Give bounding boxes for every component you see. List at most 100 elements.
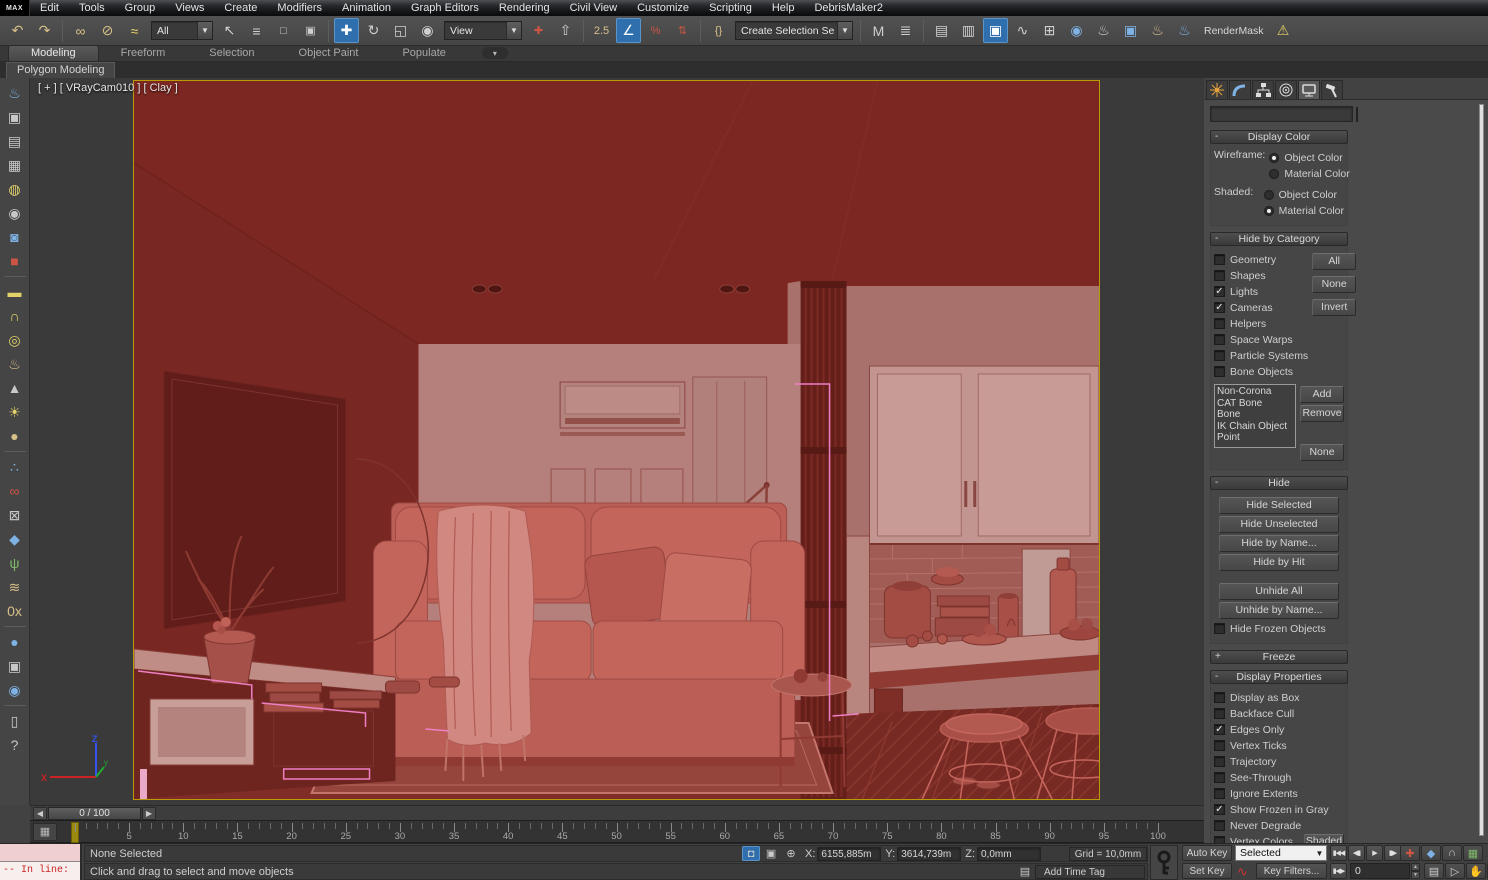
key-filters-button[interactable]: Key Filters... bbox=[1256, 863, 1327, 879]
select-object-icon[interactable]: ↖ bbox=[217, 18, 242, 43]
menu-debrismaker2[interactable]: DebrisMaker2 bbox=[804, 1, 892, 15]
select-and-scale-icon[interactable]: ◱ bbox=[388, 18, 413, 43]
category-listbox[interactable]: Non-CoronaCAT BoneBoneIK Chain ObjectPoi… bbox=[1214, 384, 1296, 448]
schematic-view-icon[interactable]: ⊞ bbox=[1037, 18, 1062, 43]
scene-dialog-icon[interactable]: ▦ bbox=[2, 153, 28, 177]
category-bone-objects-checkbox[interactable] bbox=[1214, 366, 1225, 377]
set-key-button[interactable]: Set Key bbox=[1182, 863, 1232, 879]
rollout-toggle-icon[interactable]: + bbox=[1215, 651, 1221, 662]
absolute-offset-icon[interactable]: ⊕ bbox=[782, 846, 800, 861]
track-bar[interactable]: ▦ 51015202530354045505560657075808590951… bbox=[30, 820, 1204, 843]
mirror-icon[interactable]: M bbox=[866, 18, 891, 43]
time-slider-handle[interactable]: 0 / 100 bbox=[48, 807, 141, 820]
prop-show-frozen-in-gray-checkbox[interactable]: ✓ bbox=[1214, 804, 1225, 815]
x-coordinate-field[interactable]: 6155,885m bbox=[817, 847, 881, 861]
isolate-selection-icon[interactable]: ◆ bbox=[1421, 845, 1441, 861]
proxy-icon[interactable]: 0x bbox=[2, 599, 28, 623]
zoom-extents-all-icon[interactable]: ▦ bbox=[1463, 845, 1483, 861]
prop-display-as-box-checkbox[interactable] bbox=[1214, 692, 1225, 703]
select-sphere-icon[interactable]: ◉ bbox=[2, 678, 28, 702]
menu-animation[interactable]: Animation bbox=[332, 1, 401, 15]
prop-edges-only-checkbox[interactable]: ✓ bbox=[1214, 724, 1225, 735]
y-coordinate-field[interactable]: 3614,739m bbox=[897, 847, 961, 861]
scene-explorer-icon[interactable]: ▣ bbox=[983, 18, 1008, 43]
ribbon-toggle-icon[interactable]: ▥ bbox=[956, 18, 981, 43]
activeshade-icon[interactable]: ♨ bbox=[1172, 18, 1197, 43]
selection-filter-dropdown[interactable]: All▼ bbox=[151, 21, 213, 40]
rectangular-selection-region-icon[interactable]: □ bbox=[271, 18, 296, 43]
sun-light-icon[interactable]: ☀ bbox=[2, 400, 28, 424]
next-frame-icon[interactable]: ▮▶ bbox=[1384, 845, 1401, 861]
go-to-start-icon[interactable]: ▮◀◀ bbox=[1330, 845, 1347, 861]
rect-light-icon[interactable]: ▬ bbox=[2, 280, 28, 304]
converter-icon[interactable]: ∞ bbox=[2, 479, 28, 503]
ribbon-config-icon[interactable]: ▾ bbox=[482, 47, 508, 59]
redo-icon[interactable]: ↷ bbox=[32, 18, 57, 43]
list-item[interactable]: CAT Bone bbox=[1217, 398, 1293, 410]
ring-light-icon[interactable]: ◎ bbox=[2, 328, 28, 352]
ribbon-tab-populate[interactable]: Populate bbox=[380, 46, 467, 61]
menu-scripting[interactable]: Scripting bbox=[699, 1, 762, 15]
select-and-link-icon[interactable]: ∞ bbox=[68, 18, 93, 43]
previous-frame-icon[interactable]: ◀▮ bbox=[1348, 845, 1365, 861]
camera-helper-icon[interactable]: ◙ bbox=[2, 225, 28, 249]
snaps-toggle-icon[interactable]: 2.5 bbox=[589, 18, 614, 43]
blanket[interactable] bbox=[437, 505, 534, 781]
layer-explorer-icon[interactable]: ▤ bbox=[929, 18, 954, 43]
ribbon-tab-object-paint[interactable]: Object Paint bbox=[277, 46, 381, 61]
rollout-toggle-icon[interactable]: - bbox=[1215, 233, 1218, 244]
hide-button-hide-selected[interactable]: Hide Selected bbox=[1219, 497, 1339, 514]
hbc-all-button[interactable]: All bbox=[1312, 253, 1356, 270]
tab-polygon-modeling[interactable]: Polygon Modeling bbox=[6, 62, 115, 79]
sphere-light-icon[interactable]: ● bbox=[2, 424, 28, 448]
object-color-swatch[interactable] bbox=[1356, 107, 1358, 122]
maxscript-mini-listener[interactable]: -- In line: bbox=[0, 844, 82, 880]
lock-icon[interactable]: ▣ bbox=[762, 846, 780, 861]
rollout-header-hide[interactable]: -Hide bbox=[1210, 476, 1348, 490]
menu-civil-view[interactable]: Civil View bbox=[560, 1, 627, 15]
track-bar-ruler[interactable]: 5101520253035404550556065707580859095100 bbox=[75, 821, 1196, 844]
rollout-toggle-icon[interactable]: - bbox=[1215, 671, 1218, 682]
wireframe-material-color-radio[interactable] bbox=[1269, 169, 1279, 179]
prop-never-degrade-checkbox[interactable] bbox=[1214, 820, 1225, 831]
category-geometry-checkbox[interactable] bbox=[1214, 254, 1225, 265]
object-name-field[interactable] bbox=[1210, 106, 1353, 122]
rollout-toggle-icon[interactable]: - bbox=[1215, 131, 1218, 142]
ribbon-tab-modeling[interactable]: Modeling bbox=[8, 45, 99, 61]
command-panel-scrollbar[interactable] bbox=[1479, 104, 1484, 836]
create-tab[interactable] bbox=[1206, 80, 1228, 99]
select-and-move-icon[interactable]: ✚ bbox=[334, 18, 359, 43]
time-tag-icon[interactable]: ▤ bbox=[1016, 864, 1034, 879]
rollout-header-hide-by-category[interactable]: -Hide by Category bbox=[1210, 232, 1348, 246]
category-shapes-checkbox[interactable] bbox=[1214, 270, 1225, 281]
list-item[interactable]: Point bbox=[1217, 432, 1293, 444]
z-coordinate-field[interactable]: 0,0mm bbox=[977, 847, 1041, 861]
key-mode-toggle-icon[interactable]: ▮◀▶ bbox=[1330, 863, 1347, 879]
render-production-icon[interactable]: ♨ bbox=[1145, 18, 1170, 43]
camera-frame[interactable] bbox=[133, 80, 1100, 800]
category-lights-checkbox[interactable]: ✓ bbox=[1214, 286, 1225, 297]
set-keys-button[interactable] bbox=[1150, 845, 1178, 880]
menu-customize[interactable]: Customize bbox=[627, 1, 699, 15]
menu-group[interactable]: Group bbox=[115, 1, 166, 15]
previous-frame-arrow[interactable]: ◀ bbox=[33, 807, 47, 820]
rollout-toggle-icon[interactable]: - bbox=[1215, 477, 1218, 488]
bind-to-space-warp-icon[interactable]: ≈ bbox=[122, 18, 147, 43]
hbc-list-add-button[interactable]: Add bbox=[1300, 386, 1344, 403]
render-setup-icon[interactable]: ♨ bbox=[1091, 18, 1116, 43]
rendered-frame-window-icon[interactable]: ▣ bbox=[1118, 18, 1143, 43]
clipboard-icon[interactable]: ▯ bbox=[2, 709, 28, 733]
application-menu-button[interactable]: MAX bbox=[0, 0, 30, 16]
frame-spinner[interactable]: ▲▼ bbox=[1411, 863, 1420, 879]
keyboard-shortcut-override-icon[interactable]: ⇧ bbox=[553, 18, 578, 43]
rollout-header-display-properties[interactable]: -Display Properties bbox=[1210, 670, 1348, 684]
curve-editor-icon[interactable]: ∿ bbox=[1010, 18, 1035, 43]
kitchen-cabinets[interactable] bbox=[869, 366, 1099, 544]
time-slider[interactable]: ◀ 0 / 100 ▶ bbox=[30, 805, 1204, 820]
category-cameras-checkbox[interactable]: ✓ bbox=[1214, 302, 1225, 313]
modify-tab[interactable] bbox=[1229, 80, 1251, 99]
render-settings-icon[interactable]: ▤ bbox=[2, 129, 28, 153]
spinner-snap-icon[interactable]: ⇅ bbox=[670, 18, 695, 43]
angle-snap-icon[interactable]: ∠ bbox=[616, 18, 641, 43]
time-configuration-icon[interactable]: ▤ bbox=[1424, 863, 1444, 879]
